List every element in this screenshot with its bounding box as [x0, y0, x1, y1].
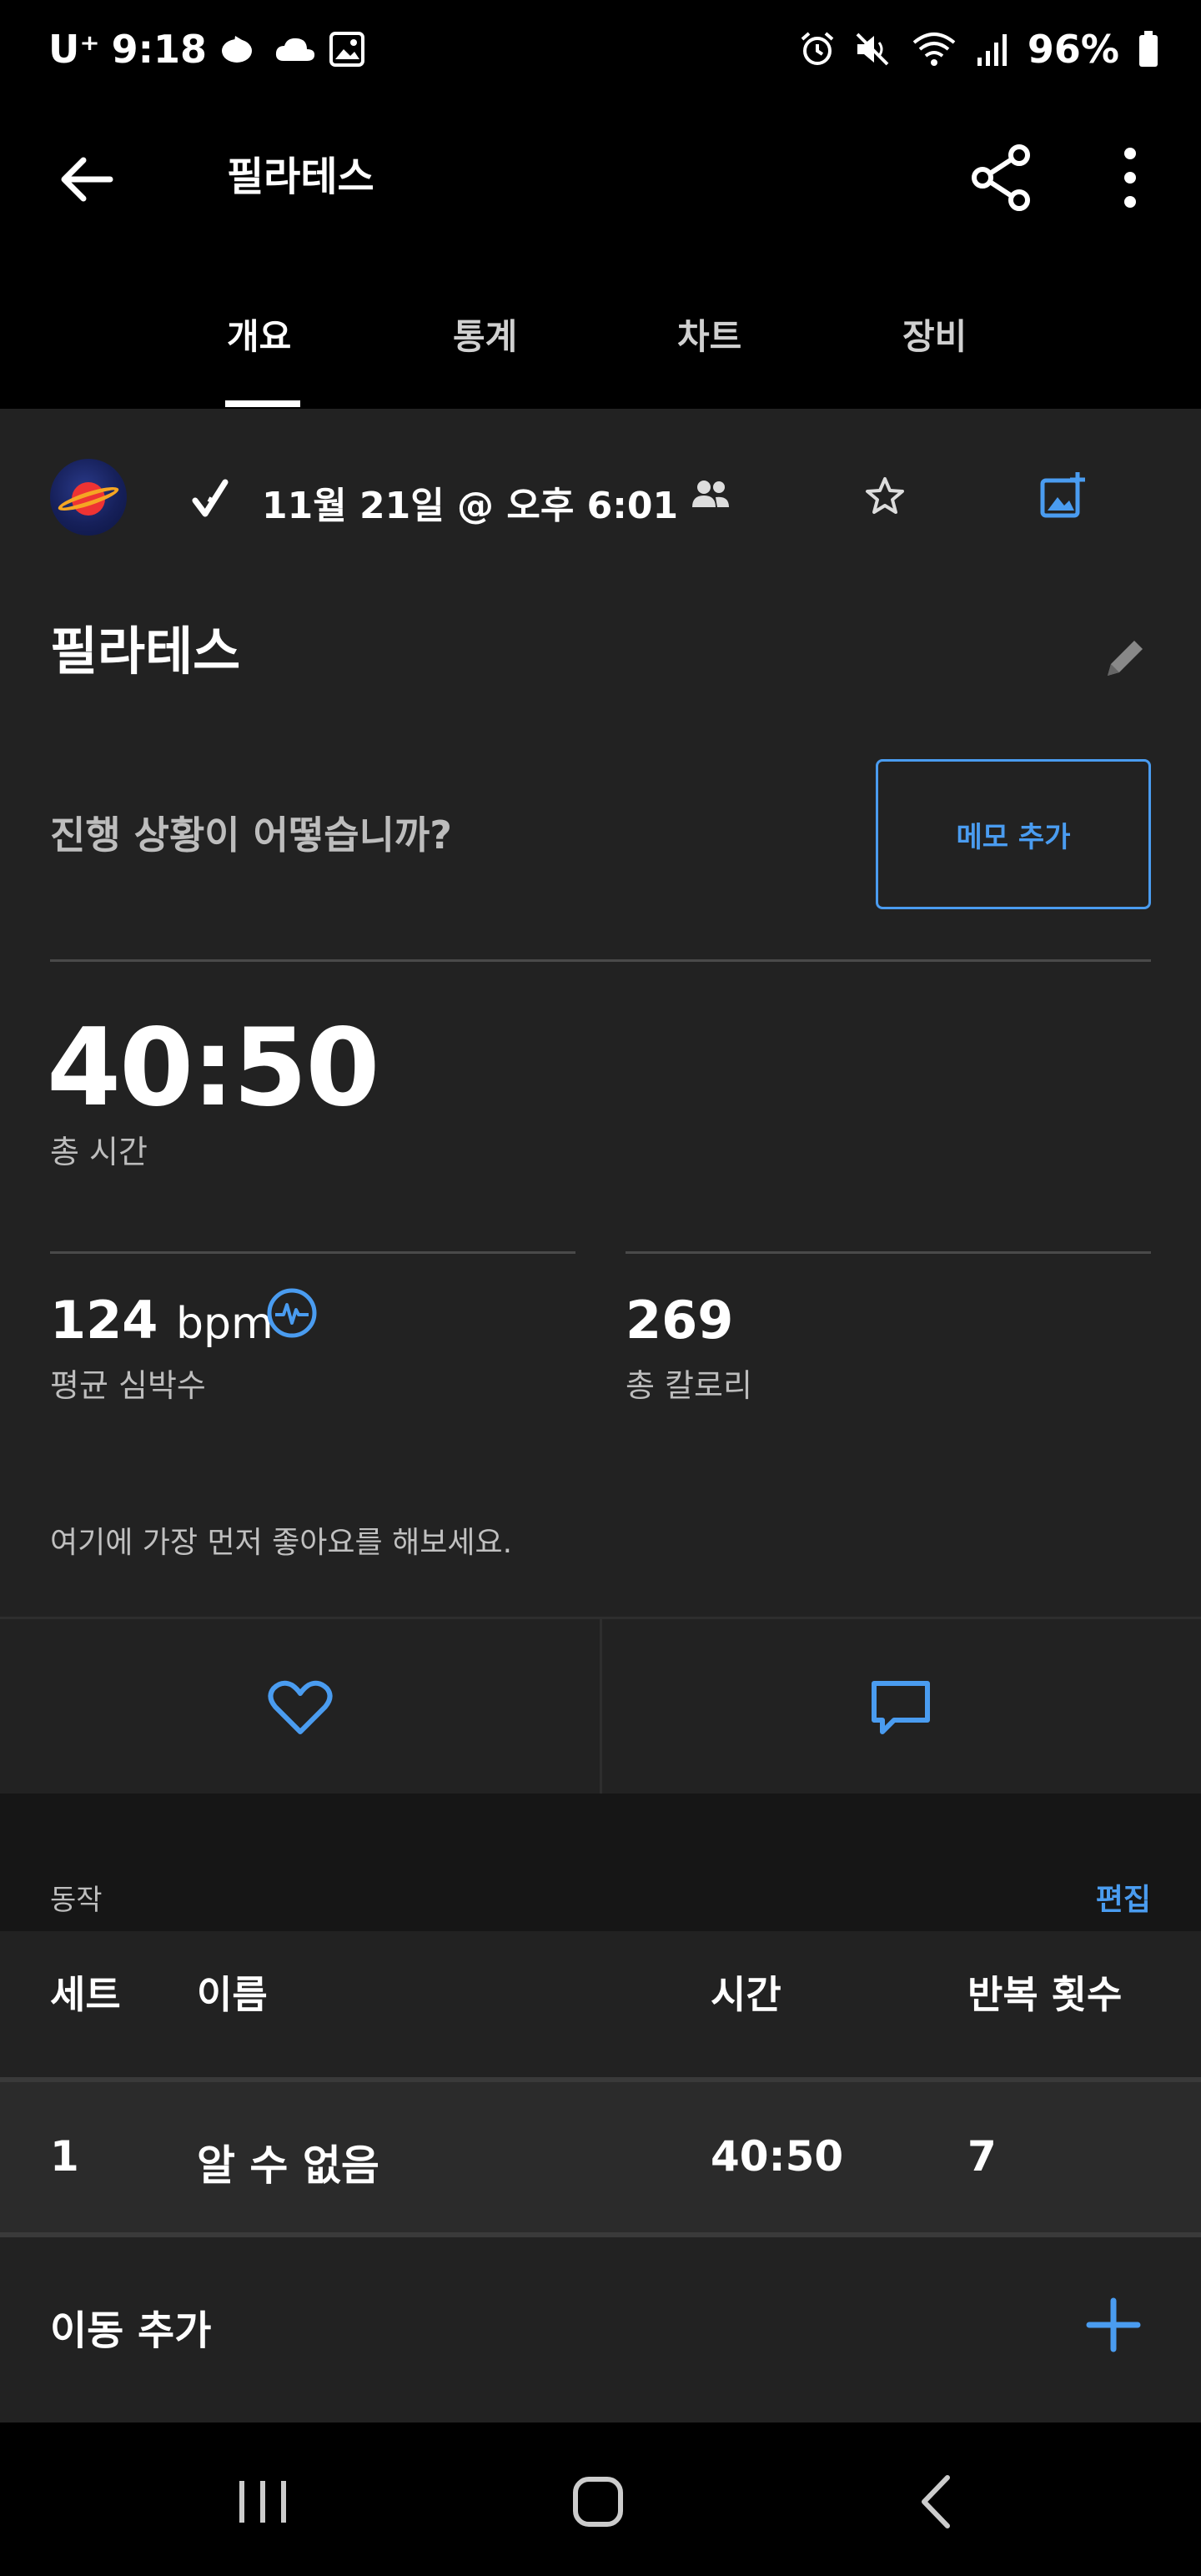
- cloud-icon: [275, 38, 315, 61]
- chevron-left-icon: [922, 2475, 950, 2528]
- app-bar: 필라테스: [0, 108, 1201, 234]
- add-photo-icon[interactable]: [1039, 470, 1089, 521]
- recent-apps-icon: [239, 2481, 286, 2523]
- add-move-row[interactable]: 이동 추가: [0, 2237, 1201, 2423]
- home-icon: [573, 2477, 623, 2527]
- row-name: 알 수 없음: [197, 2141, 379, 2190]
- plus-icon: [1086, 2297, 1141, 2352]
- like-prompt: 여기에 가장 먼저 좋아요를 해보세요.: [50, 1526, 513, 1560]
- system-back-button[interactable]: [901, 2464, 976, 2539]
- add-move-button[interactable]: [1076, 2287, 1151, 2362]
- mute-icon: [856, 33, 889, 66]
- status-bar: U⁺ 9:18 96%: [0, 0, 1201, 108]
- total-calories-label: 총 칼로리: [626, 1367, 752, 1404]
- like-button[interactable]: [0, 1619, 600, 1796]
- battery-icon: [1139, 31, 1158, 67]
- moves-table-header: 세트 이름 시간 반복 횟수: [0, 1931, 1201, 2077]
- heart-rate-number: 124: [50, 1290, 158, 1351]
- carrier-label: U⁺: [48, 27, 100, 72]
- battery-percent: 96%: [1027, 27, 1119, 72]
- edit-moves-button[interactable]: 편집: [1096, 1875, 1151, 1919]
- total-time-value: 40:50: [47, 1006, 379, 1130]
- workout-type-icon: [192, 479, 229, 517]
- system-nav-bar: [0, 2423, 1201, 2576]
- share-button[interactable]: [964, 140, 1039, 215]
- table-row[interactable]: 1 알 수 없음 40:50 7: [0, 2082, 1201, 2232]
- more-vertical-icon: [1124, 148, 1136, 208]
- comment-button[interactable]: [600, 1619, 1201, 1796]
- tab-stats[interactable]: 통계: [453, 309, 517, 360]
- arrow-left-icon: [61, 157, 113, 202]
- avg-heart-rate-label: 평균 심박수: [50, 1367, 206, 1404]
- tab-bar: 개요 통계 차트 장비: [0, 234, 1201, 409]
- row-reps: 7: [967, 2132, 997, 2181]
- avg-heart-rate-value: 124 bpm: [50, 1290, 274, 1351]
- row-set: 1: [50, 2132, 79, 2181]
- heart-rate-icon[interactable]: [265, 1286, 319, 1340]
- column-header-name: 이름: [197, 1972, 268, 2017]
- divider: [626, 1251, 1151, 1254]
- row-time: 40:50: [711, 2132, 844, 2181]
- clock: 9:18: [111, 27, 208, 72]
- add-memo-button[interactable]: 메모 추가: [876, 759, 1151, 909]
- page-title: 필라테스: [227, 153, 374, 200]
- moves-section-label: 동작: [50, 1884, 103, 1917]
- workout-date: 11월 21일 @ 오후 6:01: [262, 485, 679, 527]
- progress-prompt: 진행 상황이 어떻습니까?: [50, 813, 452, 858]
- tab-equipment[interactable]: 장비: [902, 309, 967, 360]
- image-icon: [329, 32, 365, 67]
- divider: [50, 1251, 575, 1254]
- column-header-time: 시간: [711, 1972, 781, 2017]
- home-button[interactable]: [560, 2464, 636, 2539]
- active-tab-indicator: [225, 400, 300, 407]
- recent-apps-button[interactable]: [225, 2464, 300, 2539]
- more-options-button[interactable]: [1093, 140, 1168, 215]
- add-move-label: 이동 추가: [50, 2307, 212, 2354]
- group-icon[interactable]: [691, 477, 731, 511]
- weather-icon: [222, 36, 253, 63]
- social-actions: [0, 1617, 1201, 1796]
- total-calories-value: 269: [626, 1290, 734, 1351]
- pencil-icon[interactable]: [1101, 632, 1151, 682]
- comment-icon: [872, 1681, 930, 1734]
- alarm-icon: [801, 32, 834, 65]
- workout-title: 필라테스: [50, 621, 241, 682]
- back-button[interactable]: [50, 142, 125, 217]
- share-icon: [972, 144, 1030, 211]
- total-time-label: 총 시간: [50, 1134, 148, 1170]
- wifi-icon: [912, 33, 956, 66]
- overview-panel: 11월 21일 @ 오후 6:01 필라테스 진행 상황이 어떻습니까? 메모 …: [0, 409, 1201, 1796]
- column-header-reps: 반복 횟수: [967, 1972, 1123, 2017]
- tab-charts[interactable]: 차트: [677, 309, 741, 360]
- workout-info-row: 11월 21일 @ 오후 6:01: [0, 459, 1201, 542]
- avatar[interactable]: [50, 459, 127, 536]
- heart-icon: [268, 1680, 333, 1734]
- moves-section-header: 동작 편집: [0, 1794, 1201, 1931]
- signal-icon: [977, 34, 1007, 66]
- star-icon[interactable]: [864, 475, 906, 517]
- heart-rate-unit: bpm: [176, 1299, 274, 1349]
- column-header-set: 세트: [50, 1972, 121, 2017]
- tab-overview[interactable]: 개요: [227, 309, 291, 360]
- divider: [50, 959, 1151, 962]
